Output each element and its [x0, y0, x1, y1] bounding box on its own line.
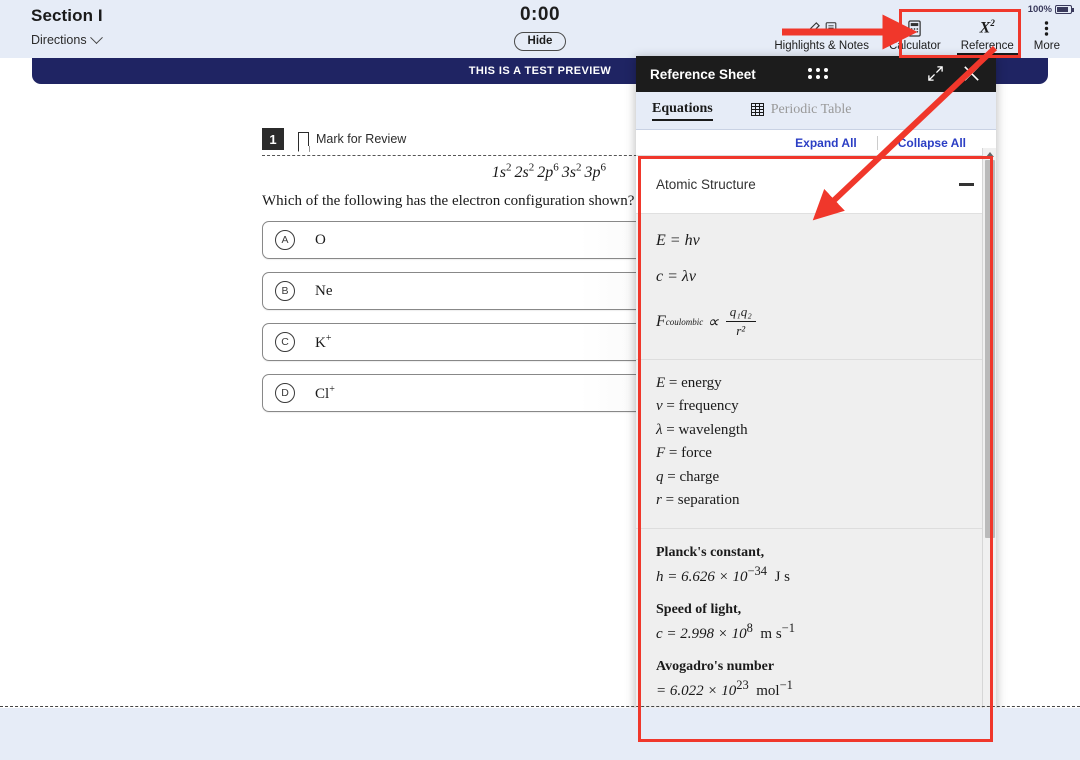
answer-choice-text: K+ [315, 333, 331, 352]
constant-value: h = 6.626 × 10−34 J s [656, 564, 976, 586]
highlights-notes-button[interactable]: Highlights & Notes [764, 10, 879, 52]
note-icon [824, 21, 838, 35]
reference-sheet-tabs: Equations Periodic Table [636, 92, 996, 130]
question-divider [262, 155, 652, 156]
equation: c = λν [656, 268, 976, 286]
highlighter-icon [806, 18, 838, 38]
constant-name: Avogadro's number [656, 659, 976, 675]
footer-divider [0, 706, 1080, 707]
variable-definition: ν = frequency [656, 395, 976, 418]
constant-entry: Speed of light, c = 2.998 × 108 m s−1 [656, 602, 976, 643]
tool-buttons: Highlights & Notes Calculator X2 Referen… [764, 10, 1070, 52]
variable-definition: E = energy [656, 372, 976, 395]
bottom-bar: Question 1 of 15 Next [0, 708, 1080, 760]
answer-choice-text: O [315, 232, 326, 249]
config-term: 2p6 [537, 164, 559, 181]
highlights-notes-label: Highlights & Notes [774, 40, 869, 52]
variable-definition: q = charge [656, 466, 976, 489]
top-bar: Section I Directions 0:00 Hide 100% High… [0, 0, 1080, 58]
variable-definitions-block: E = energyν = frequencyλ = wavelengthF =… [636, 359, 996, 528]
expand-all-link[interactable]: Expand All [775, 136, 877, 150]
reference-sheet-titlebar: Reference Sheet [636, 56, 996, 92]
reference-sheet-actions: Expand All Collapse All [636, 130, 996, 156]
calculator-button[interactable]: Calculator [879, 10, 951, 52]
tab-periodic-table-label: Periodic Table [771, 102, 852, 118]
config-term: 2s2 [515, 164, 535, 181]
config-term: 3s2 [562, 164, 582, 181]
tab-periodic-table[interactable]: Periodic Table [751, 102, 852, 120]
answer-choice-text: Cl+ [315, 384, 335, 403]
constant-name: Planck's constant, [656, 545, 976, 561]
answer-choice-letter: B [275, 281, 295, 301]
equation: E = hν [656, 232, 976, 250]
question-number-badge: 1 [262, 128, 284, 150]
reference-icon: X2 [980, 18, 995, 38]
expand-panel-icon[interactable] [927, 65, 944, 87]
drag-handle-icon[interactable] [808, 68, 829, 79]
answer-choice-letter: A [275, 230, 295, 250]
electron-configuration: 1s22s22p63s23p6 [262, 162, 657, 182]
variable-definition: r = separation [656, 489, 976, 512]
hide-timer-button[interactable]: Hide [514, 32, 567, 51]
bookmark-icon [298, 132, 309, 146]
constant-value: c = 2.998 × 108 m s−1 [656, 621, 976, 643]
equation: Fcoulombic ∝q₁q₂r² [656, 304, 976, 339]
tab-equations-label: Equations [652, 101, 713, 117]
constant-entry: Planck's constant, h = 6.626 × 10−34 J s [656, 545, 976, 586]
panel-scrollbar[interactable] [982, 148, 996, 760]
section-title-label: Atomic Structure [656, 177, 756, 192]
close-icon[interactable] [961, 63, 982, 89]
periodic-table-icon [751, 103, 764, 116]
answer-choice-letter: D [275, 383, 295, 403]
question-prompt: Which of the following has the electron … [262, 191, 657, 211]
variable-definition: F = force [656, 442, 976, 465]
tab-equations[interactable]: Equations [652, 101, 713, 121]
reference-label: Reference [961, 40, 1014, 52]
calculator-icon [907, 18, 922, 38]
answer-choice-text: Ne [315, 283, 333, 300]
more-vertical-icon [1044, 18, 1049, 38]
question-body: 1s22s22p63s23p6 Which of the following h… [262, 162, 657, 212]
constant-entry: Avogadro's number = 6.022 × 1023 mol−1 [656, 659, 976, 700]
constant-name: Speed of light, [656, 602, 976, 618]
mark-for-review-label: Mark for Review [316, 132, 406, 146]
more-label: More [1034, 40, 1060, 52]
equations-block: E = hν c = λν Fcoulombic ∝q₁q₂r² [636, 214, 996, 359]
reference-sheet-title: Reference Sheet [650, 67, 756, 82]
config-term: 3p6 [585, 164, 607, 181]
more-button[interactable]: More [1024, 10, 1070, 52]
calculator-label: Calculator [889, 40, 941, 52]
reference-sheet-panel: Reference Sheet Equations Periodic Table… [636, 56, 996, 748]
variable-definition: λ = wavelength [656, 419, 976, 442]
app-root: Section I Directions 0:00 Hide 100% High… [0, 0, 1080, 760]
answer-choice-letter: C [275, 332, 295, 352]
mark-for-review-button[interactable]: Mark for Review [298, 132, 406, 146]
config-term: 1s2 [492, 164, 512, 181]
collapse-all-link[interactable]: Collapse All [878, 136, 986, 150]
scroll-up-arrow-icon[interactable] [986, 152, 994, 157]
constant-value: = 6.022 × 1023 mol−1 [656, 678, 976, 700]
collapse-minus-icon[interactable] [959, 183, 974, 185]
reference-sheet-scroll-area: Atomic Structure E = hν c = λν Fcoulombic … [636, 156, 996, 760]
reference-button[interactable]: X2 Reference [951, 10, 1024, 52]
section-atomic-structure[interactable]: Atomic Structure [636, 156, 996, 214]
scrollbar-thumb[interactable] [985, 160, 995, 538]
